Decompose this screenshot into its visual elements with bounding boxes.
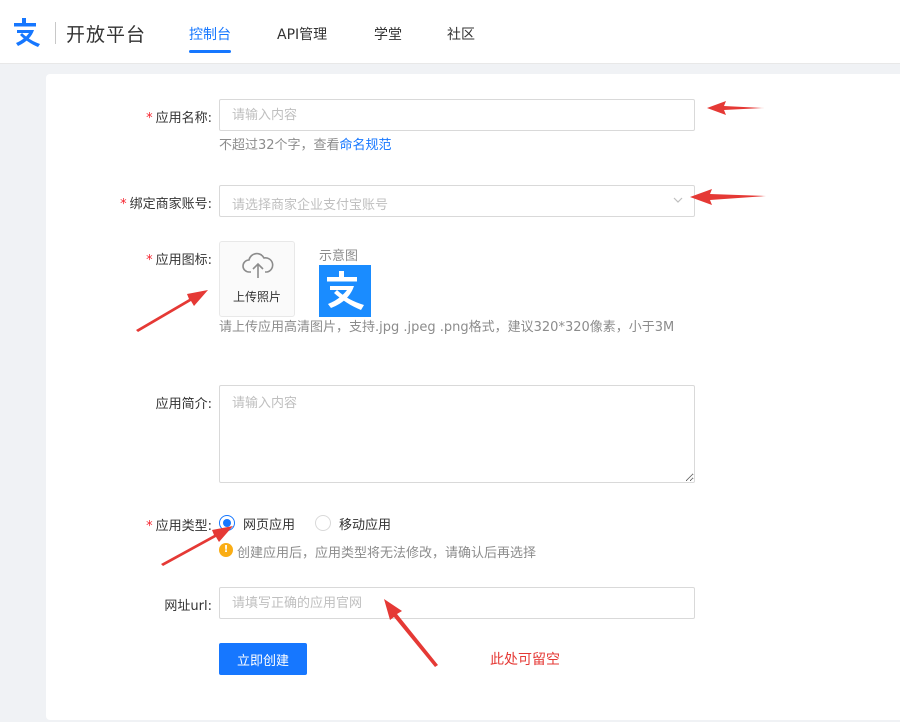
required-mark: * [120, 197, 127, 212]
platform-title[interactable]: 开放平台 [66, 20, 146, 47]
tab-api-management[interactable]: API管理 [277, 24, 327, 44]
app-intro-textarea[interactable] [219, 385, 695, 483]
sample-label: 示意图 [319, 249, 359, 264]
app-icon-hint: 请上传应用高清图片，支持.jpg .jpeg .png格式，建议320*320像… [219, 320, 675, 335]
warning-icon: ! [219, 543, 233, 557]
annotation-note: 此处可留空 [490, 652, 560, 668]
top-navigation: 开放平台 控制台 API管理 学堂 社区 [0, 0, 900, 64]
alipay-logo-icon[interactable] [12, 16, 48, 48]
radio-unchecked-indicator [315, 515, 331, 531]
chevron-down-icon [673, 197, 683, 203]
app-name-hint: 不超过32个字，查看命名规范 [219, 138, 392, 153]
app-intro-label: 应用简介: [155, 397, 212, 412]
app-icon-label: * 应用图标: [146, 253, 212, 268]
radio-checked-indicator [219, 515, 235, 531]
mobile-app-label: 移动应用 [339, 518, 392, 533]
required-mark: * [146, 253, 153, 268]
required-mark: * [146, 519, 153, 534]
upload-photo-button[interactable]: 上传照片 [219, 241, 295, 317]
merchant-account-placeholder: 请选择商家企业支付宝账号 [232, 198, 389, 213]
create-now-button[interactable]: 立即创建 [219, 643, 307, 675]
tab-academy[interactable]: 学堂 [374, 24, 402, 44]
cloud-upload-icon [242, 252, 274, 278]
alipay-sample-icon [319, 265, 371, 317]
active-tab-indicator [189, 50, 231, 53]
app-name-input[interactable] [219, 99, 695, 131]
website-url-input[interactable] [219, 587, 695, 619]
app-type-label: * 应用类型: [146, 519, 212, 534]
app-name-label: * 应用名称: [146, 111, 212, 126]
merchant-account-select[interactable]: 请选择商家企业支付宝账号 [219, 185, 695, 217]
merchant-account-label: * 绑定商家账号: [120, 197, 212, 212]
logo-divider [55, 22, 56, 44]
tab-community[interactable]: 社区 [447, 24, 475, 44]
tab-console[interactable]: 控制台 [189, 24, 231, 44]
website-url-label: 网址url: [164, 599, 212, 614]
app-type-warning: 创建应用后，应用类型将无法修改，请确认后再选择 [237, 546, 537, 561]
upload-photo-label: 上传照片 [232, 290, 281, 304]
web-app-label: 网页应用 [243, 518, 296, 533]
naming-rules-link[interactable]: 命名规范 [340, 138, 392, 153]
required-mark: * [146, 111, 153, 126]
